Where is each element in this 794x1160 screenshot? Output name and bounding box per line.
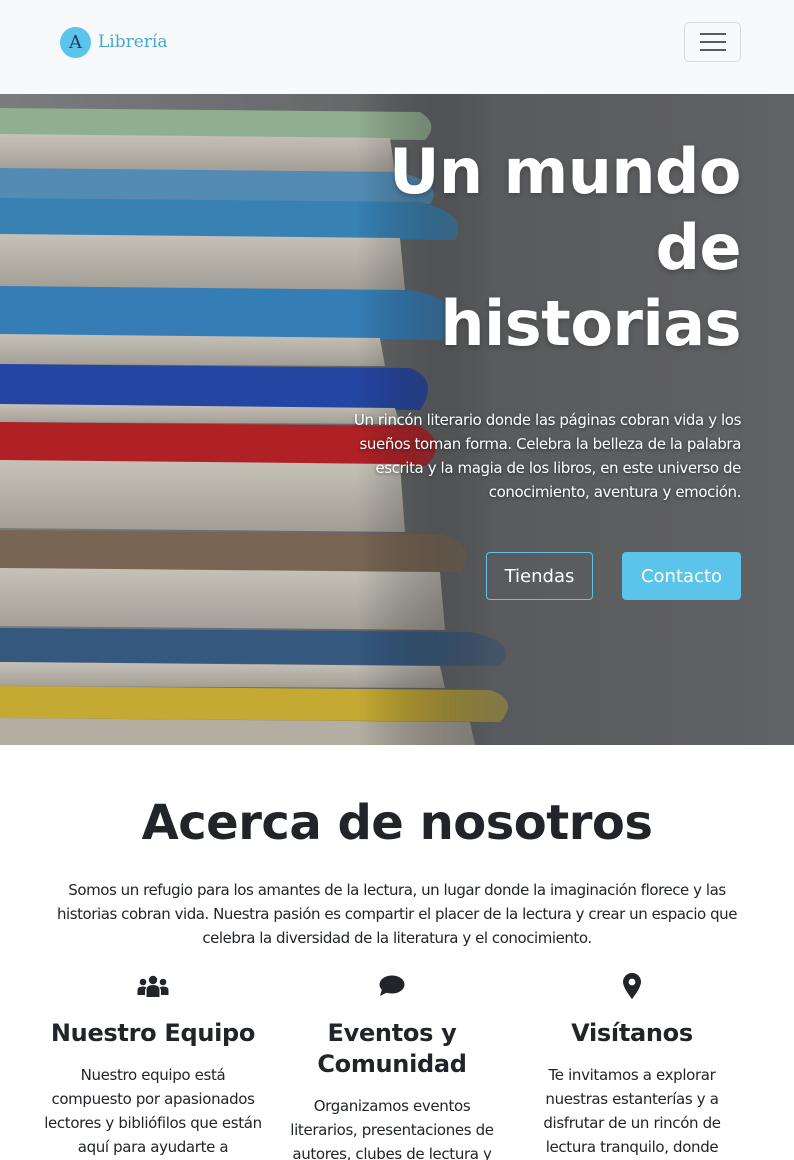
feature-text: Organizamos eventos literarios, presenta… [290,1097,494,1160]
feature-title: Eventos y Comunidad [317,1019,467,1078]
hero-section: Un mundo de historias Un rincón literari… [0,94,794,745]
hero-title-line: Un mundo [389,135,741,208]
hamburger-icon [699,49,726,51]
feature-title: Nuestro Equipo [50,1019,256,1047]
feature-text: Nuestro equipo está compuesto por apasio… [44,1066,262,1156]
contact-button[interactable]: Contacto [622,552,741,600]
hero-subtitle: Un rincón literario donde las páginas co… [353,411,742,501]
feature-events: Eventos y Comunidad Organizamos eventos … [281,970,503,1160]
navbar: A Librería [0,0,794,94]
brand-logo-icon: A [60,26,91,58]
about-description: Somos un refugio para los amantes de la … [56,881,738,947]
hamburger-icon [699,41,726,43]
feature-title: Visítanos [571,1019,693,1047]
hero-title-line: de [655,211,742,284]
chat-bubble-icon [281,970,503,1002]
about-section: Acerca de nosotros Somos un refugio para… [0,745,794,1160]
menu-toggle-button[interactable] [684,22,741,62]
stores-button[interactable]: Tiendas [486,552,593,600]
brand-link[interactable]: A Librería [60,26,168,58]
hero-buttons: Tiendas Contacto [486,552,741,600]
feature-team: Nuestro Equipo Nuestro equipo está compu… [42,970,264,1159]
about-title: Acerca de nosotros [141,795,653,851]
brand-name: Librería [98,32,168,52]
map-pin-icon [521,970,743,1002]
hero-content: Un mundo de historias Un rincón literari… [330,134,742,600]
feature-visit: Visítanos Te invitamos a explorar nuestr… [521,970,743,1159]
hero-title-line: historias [440,287,741,360]
hamburger-icon [699,33,726,35]
people-icon [42,970,264,1002]
hero-title: Un mundo de historias [330,134,741,362]
feature-text: Te invitamos a explorar nuestras estante… [543,1066,721,1156]
